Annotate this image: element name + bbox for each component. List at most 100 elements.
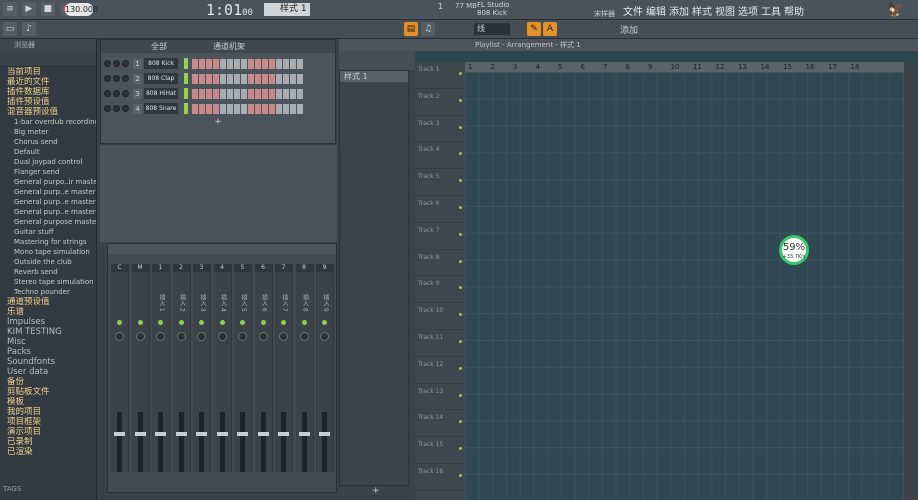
mute-led[interactable] <box>104 90 111 97</box>
fader-handle[interactable] <box>278 432 289 436</box>
step-button[interactable] <box>290 103 296 114</box>
menu-item[interactable]: 添加 <box>669 7 689 18</box>
browser-item[interactable]: General purp..e mastering 3 <box>0 197 96 207</box>
browser-item[interactable]: Packs <box>0 347 96 357</box>
play-button[interactable]: ▶ <box>21 2 36 16</box>
vertical-scrollbar[interactable] <box>904 62 918 500</box>
strip-led[interactable] <box>240 320 245 325</box>
mixer-strip[interactable]: 4 插入 4 <box>213 264 232 472</box>
step-button[interactable] <box>199 58 205 69</box>
mute-led[interactable] <box>104 60 111 67</box>
tool-icon[interactable]: ♪ <box>21 22 36 36</box>
channel-selector[interactable] <box>184 88 188 99</box>
channel-number[interactable]: 4 <box>133 103 142 114</box>
pan-knob[interactable] <box>113 75 120 82</box>
pattern-selector[interactable]: 样式 1 <box>264 3 310 16</box>
browser-item[interactable]: Flanger send <box>0 167 96 177</box>
step-button[interactable] <box>213 58 219 69</box>
step-button[interactable] <box>297 73 303 84</box>
browser-item[interactable]: 演示项目 <box>0 427 96 437</box>
pan-knob[interactable] <box>299 332 309 341</box>
step-button[interactable] <box>220 73 226 84</box>
step-button[interactable] <box>262 58 268 69</box>
strip-led[interactable] <box>178 320 184 325</box>
step-button[interactable] <box>269 88 275 99</box>
browser-item[interactable]: Stereo tape simulation <box>0 277 96 287</box>
browser-item[interactable]: 已录制 <box>0 437 96 447</box>
browser-item[interactable]: General purpo..ir mastering <box>0 177 96 187</box>
browser-item[interactable]: Default <box>0 147 96 157</box>
step-button[interactable] <box>297 88 303 99</box>
strip-led[interactable] <box>137 320 143 325</box>
tool-icon[interactable]: ✎ <box>527 22 541 36</box>
browser-item[interactable]: 备份 <box>0 377 96 387</box>
step-button[interactable] <box>227 88 233 99</box>
browser-item[interactable]: Dual joypad control <box>0 157 96 167</box>
browser-item[interactable]: 剪贴板文件 <box>0 387 96 397</box>
browser-item[interactable]: General purp..e mastering 4 <box>0 207 96 217</box>
browser-item[interactable]: User data <box>0 367 96 377</box>
browser-item[interactable]: Mono tape simulation <box>0 247 96 257</box>
track-header[interactable]: Track 1 <box>415 62 465 89</box>
track-led[interactable] <box>459 232 462 236</box>
fader-handle[interactable] <box>196 432 207 436</box>
track-header[interactable]: Track 8 <box>415 250 465 277</box>
strip-led[interactable] <box>281 320 286 325</box>
pan-knob[interactable] <box>176 332 186 341</box>
track-led[interactable] <box>459 179 462 183</box>
step-button[interactable] <box>262 73 268 84</box>
playlist-icon[interactable]: ▤ <box>404 22 418 36</box>
browser-item[interactable]: KIM TESTING <box>0 327 96 337</box>
menu-item[interactable]: 样式 <box>692 7 712 18</box>
browser-item[interactable]: 模板 <box>0 397 96 407</box>
browser-item[interactable]: 已渲染 <box>0 447 96 457</box>
timeline-ruler[interactable]: 1 2 3 4 5 6 7 8 9 10 11 12 13 14 15 16 17 18 <box>465 62 908 72</box>
step-button[interactable] <box>255 73 261 84</box>
strip-led[interactable] <box>117 320 122 325</box>
mixer-strip[interactable]: 5 插入 5 <box>234 264 252 472</box>
channel-name[interactable]: 808 Clap <box>144 73 178 84</box>
channel-selector[interactable] <box>184 58 188 69</box>
browser-item[interactable]: General purp..e mastering 2 <box>0 187 96 197</box>
track-led[interactable] <box>459 125 462 129</box>
step-button[interactable] <box>192 88 198 99</box>
browser-item[interactable]: Big meter <box>0 127 96 137</box>
strip-led[interactable] <box>158 320 163 325</box>
fader-handle[interactable] <box>216 432 228 436</box>
step-button[interactable] <box>262 103 268 114</box>
piano-roll-icon[interactable]: ♫ <box>421 22 435 36</box>
browser-item[interactable]: 乐谱 <box>0 307 96 317</box>
step-button[interactable] <box>248 73 254 84</box>
track-led[interactable] <box>459 393 462 397</box>
step-button[interactable] <box>206 58 212 69</box>
track-led[interactable] <box>459 420 462 424</box>
track-header[interactable]: Track 15 <box>415 437 465 464</box>
strip-led[interactable] <box>301 320 307 325</box>
step-button[interactable] <box>269 58 275 69</box>
step-button[interactable] <box>220 88 226 99</box>
step-button[interactable] <box>227 103 233 114</box>
step-button[interactable] <box>283 88 289 99</box>
step-button[interactable] <box>199 73 205 84</box>
pan-knob[interactable] <box>279 332 288 341</box>
step-button[interactable] <box>241 103 247 114</box>
browser-item[interactable]: Chorus send <box>0 137 96 147</box>
channel-number[interactable]: 1 <box>133 58 142 69</box>
fader-handle[interactable] <box>114 432 125 436</box>
alt-icon[interactable]: A <box>543 22 557 36</box>
step-button[interactable] <box>234 103 240 114</box>
browser-item[interactable]: 我的项目 <box>0 407 96 417</box>
strip-led[interactable] <box>199 320 204 325</box>
fader-handle[interactable] <box>257 432 269 436</box>
browser-item[interactable]: 插件预设值 <box>0 97 96 107</box>
browser-item[interactable]: General purpose mastering <box>0 217 96 227</box>
step-button[interactable] <box>199 88 205 99</box>
mixer-strip[interactable]: 3 插入 3 <box>193 264 211 472</box>
step-button[interactable] <box>255 103 261 114</box>
pan-knob[interactable] <box>217 332 227 341</box>
rack-filter[interactable]: 全部 <box>151 40 167 53</box>
volume-knob[interactable] <box>122 90 129 97</box>
step-button[interactable] <box>213 73 219 84</box>
step-button[interactable] <box>290 88 296 99</box>
track-led[interactable] <box>459 339 462 343</box>
